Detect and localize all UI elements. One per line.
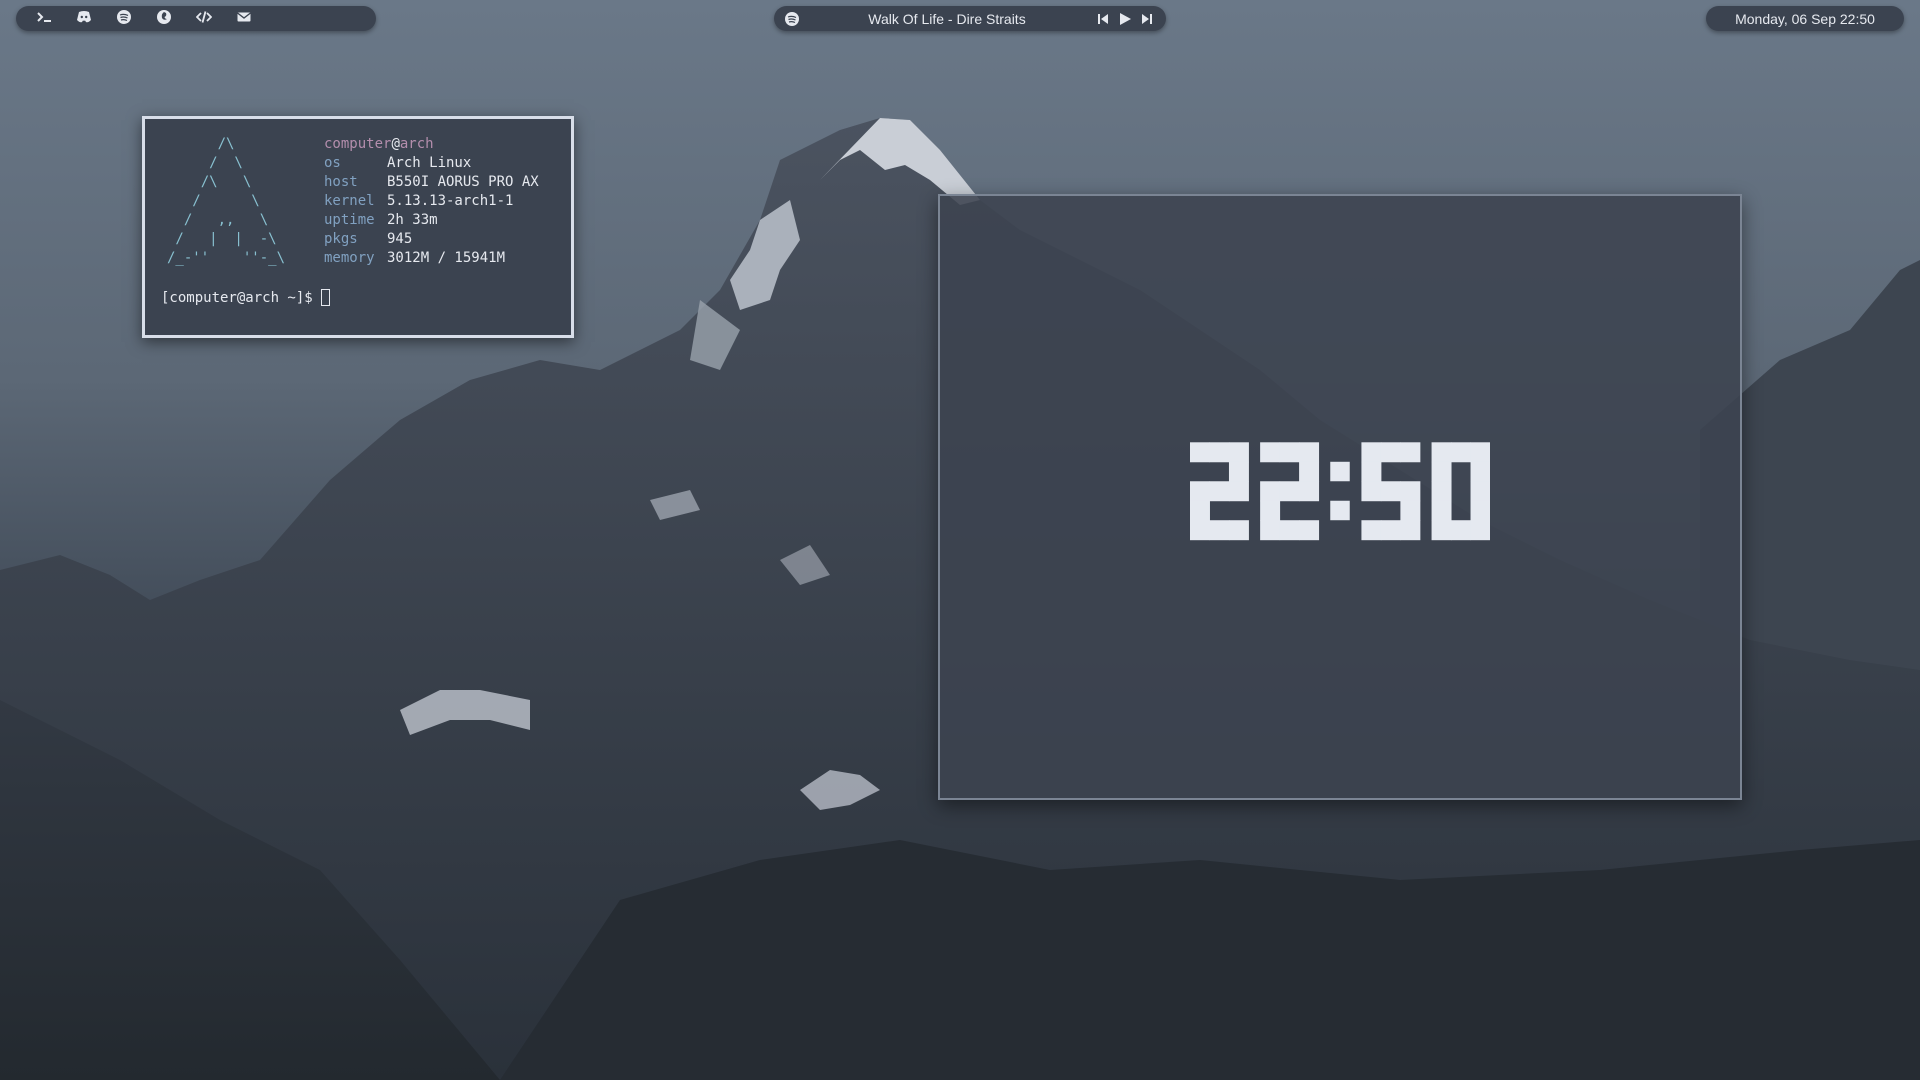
previous-icon [1098,13,1108,24]
info-key: pkgs [324,231,358,247]
play-icon [1120,12,1131,25]
info-row-memory: memory 3012M / 15941M [324,249,539,268]
terminal-icon [36,9,52,29]
playback-controls [1094,10,1156,28]
discord-icon [76,9,92,29]
username: computer [324,136,392,152]
info-value: Arch Linux [387,155,472,171]
terminal-launcher-button[interactable] [24,6,64,31]
code-icon [195,9,213,29]
media-player-bar: Walk Of Life - Dire Straits [774,6,1166,31]
terminal-window[interactable]: /\ / \ /\ \ / \ / ,, \ / | | -\ /_-'' ''… [142,116,574,338]
previous-button[interactable] [1094,10,1112,28]
info-row-uptime: uptime 2h 33m [324,211,539,230]
shell-prompt[interactable]: [computer@arch ~]$ [161,289,330,306]
datetime-bar[interactable]: Monday, 06 Sep 22:50 [1706,6,1904,31]
firefox-icon [156,9,172,29]
code-launcher-button[interactable] [184,6,224,31]
info-value: B550I AORUS PRO AX [387,174,539,190]
text-cursor [320,289,330,306]
big-clock-display [1190,442,1490,541]
info-value: 2h 33m [387,212,438,228]
user-host: computer@arch [324,135,539,154]
arch-ascii-logo: /\ / \ /\ \ / \ / ,, \ / | | -\ /_-'' ''… [167,136,286,266]
clock-digit-5 [1361,442,1421,541]
at-sign: @ [391,136,400,152]
next-button[interactable] [1138,10,1156,28]
info-row-pkgs: pkgs 945 [324,230,539,249]
mail-launcher-button[interactable] [224,6,264,31]
info-key: kernel [324,193,375,209]
system-info: computer@arch os Arch Linux host B550I AOR… [324,135,539,268]
info-row-kernel: kernel 5.13.13-arch1-1 [324,192,539,211]
info-key: host [324,174,358,190]
clock-digit-0 [1431,442,1490,541]
mail-icon [236,9,252,29]
now-playing-track: Walk Of Life - Dire Straits [868,10,1026,27]
info-value: 945 [387,231,413,247]
clock-colon [1330,461,1350,521]
hostname: arch [399,136,434,152]
spotify-icon[interactable] [784,11,800,27]
info-row-host: host B550I AORUS PRO AX [324,173,539,192]
prompt-text: [computer@arch ~]$ [161,289,313,306]
clock-widget: 22:50 [938,194,1742,800]
clock-digit-2 [1260,442,1320,541]
info-value: 3012M / 15941M [387,250,506,266]
next-icon [1142,13,1152,24]
firefox-launcher-button[interactable] [144,6,184,31]
datetime-label: Monday, 06 Sep 22:50 [1735,10,1875,27]
spotify-icon [116,9,132,29]
info-row-os: os Arch Linux [324,154,539,173]
spotify-launcher-button[interactable] [104,6,144,31]
play-button[interactable] [1116,10,1134,28]
clock-digit-2 [1190,442,1249,541]
info-key: os [324,155,341,171]
info-key: memory [324,250,375,266]
launcher-bar [16,6,376,31]
info-key: uptime [324,212,375,228]
discord-launcher-button[interactable] [64,6,104,31]
big-clock-time: 22:50 [940,196,941,197]
info-value: 5.13.13-arch1-1 [387,193,514,209]
